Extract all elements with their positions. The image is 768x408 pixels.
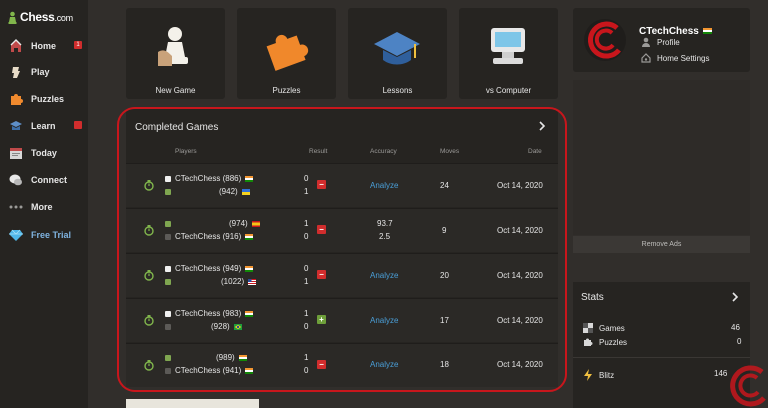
analyze-link[interactable]: Analyze	[370, 181, 398, 190]
accuracy-white: 93.7	[377, 219, 393, 228]
sidebar-item-free-trial[interactable]: Free Trial	[0, 224, 88, 246]
chevron-right-icon[interactable]	[731, 292, 739, 302]
col-result[interactable]: Result	[309, 148, 327, 155]
spain-flag-icon	[251, 220, 260, 227]
tile-lessons[interactable]: Lessons	[348, 8, 447, 99]
completed-games-title: Completed Games	[135, 122, 219, 133]
today-icon	[8, 146, 23, 161]
learn-icon	[8, 119, 23, 134]
table-row[interactable]	[126, 208, 558, 252]
avatar[interactable]	[583, 18, 627, 62]
play-icon	[8, 65, 23, 80]
accuracy-black: 2.5	[379, 232, 391, 241]
win-icon: +	[317, 315, 326, 324]
sidebar-item-puzzles[interactable]: Puzzles	[0, 88, 88, 110]
loss-icon: −	[317, 270, 326, 279]
stat-games[interactable]: Games	[583, 323, 625, 333]
col-date[interactable]: Date	[528, 148, 542, 155]
loss-icon: −	[317, 225, 326, 234]
ad-space	[573, 80, 750, 235]
remove-ads-button[interactable]: Remove Ads	[573, 236, 750, 253]
user-icon	[642, 37, 650, 47]
divider	[573, 357, 750, 358]
app: Chess.com Home 1 Play Puzzles Learn Toda…	[0, 0, 768, 408]
brazil-flag-icon	[233, 323, 242, 330]
india-flag-icon	[245, 310, 254, 317]
puzzle-piece-icon	[266, 34, 309, 71]
graduation-cap-icon	[374, 32, 420, 65]
puzzles-icon	[8, 92, 23, 107]
table-row[interactable]	[126, 253, 558, 297]
home-settings-icon	[641, 53, 651, 63]
col-moves[interactable]: Moves	[440, 148, 459, 155]
watermark-logo	[730, 365, 766, 407]
stat-puzzles[interactable]: Puzzles	[583, 337, 627, 347]
logo[interactable]: Chess.com	[8, 9, 73, 25]
timer-icon	[144, 225, 154, 236]
more-icon	[8, 200, 23, 215]
notification-badge: 1	[74, 41, 82, 49]
sidebar: Chess.com Home 1 Play Puzzles Learn Toda…	[0, 0, 88, 408]
chevron-right-icon[interactable]	[538, 121, 546, 131]
sidebar-item-connect[interactable]: Connect	[0, 169, 88, 191]
diamond-icon	[8, 228, 23, 243]
table-row[interactable]	[126, 298, 558, 342]
india-flag-icon	[245, 265, 254, 272]
sidebar-item-learn[interactable]: Learn	[0, 115, 88, 137]
india-flag-icon	[702, 28, 712, 35]
india-flag-icon	[245, 175, 254, 182]
timer-icon	[144, 360, 154, 371]
analyze-link[interactable]: Analyze	[370, 271, 398, 280]
pawn-logo-icon	[8, 11, 17, 24]
india-flag-icon	[238, 354, 247, 361]
sidebar-item-more[interactable]: More	[0, 196, 88, 218]
board-icon	[583, 323, 593, 333]
lightning-icon	[584, 369, 592, 381]
ukraine-flag-icon	[241, 188, 250, 195]
table-row[interactable]	[126, 163, 558, 207]
connect-icon	[8, 173, 23, 188]
sidebar-item-today[interactable]: Today	[0, 142, 88, 164]
stat-blitz[interactable]: Blitz	[583, 369, 614, 381]
bottom-board-preview	[126, 399, 259, 408]
brand-name: Chess	[20, 10, 55, 24]
tile-vs-computer[interactable]: vs Computer	[459, 8, 558, 99]
profile-link[interactable]: Profile	[641, 37, 680, 47]
pawn-hand-icon	[158, 27, 188, 66]
analyze-link[interactable]: Analyze	[370, 360, 398, 369]
tile-puzzles[interactable]: Puzzles	[237, 8, 336, 99]
loss-icon: −	[317, 180, 326, 189]
computer-icon	[491, 28, 525, 64]
timer-icon	[144, 180, 154, 191]
india-flag-icon	[245, 367, 254, 374]
tile-new-game[interactable]: New Game	[126, 8, 225, 99]
analyze-link[interactable]: Analyze	[370, 316, 398, 325]
brand-suffix: .com	[54, 13, 74, 23]
home-settings-link[interactable]: Home Settings	[641, 53, 709, 63]
timer-icon	[144, 270, 154, 281]
india-flag-icon	[245, 233, 254, 240]
stats-title: Stats	[581, 292, 604, 303]
col-accuracy[interactable]: Accuracy	[370, 148, 397, 155]
table-row[interactable]	[126, 343, 558, 387]
sidebar-item-home[interactable]: Home 1	[0, 35, 88, 57]
puzzle-small-icon	[584, 338, 593, 346]
loss-icon: −	[317, 360, 326, 369]
usa-flag-icon	[248, 278, 257, 285]
username[interactable]: CTechChess	[639, 26, 712, 37]
learn-badge	[74, 121, 82, 129]
home-icon	[8, 39, 23, 54]
timer-icon	[144, 315, 154, 326]
col-players[interactable]: Players	[175, 148, 197, 155]
sidebar-item-play[interactable]: Play	[0, 61, 88, 83]
